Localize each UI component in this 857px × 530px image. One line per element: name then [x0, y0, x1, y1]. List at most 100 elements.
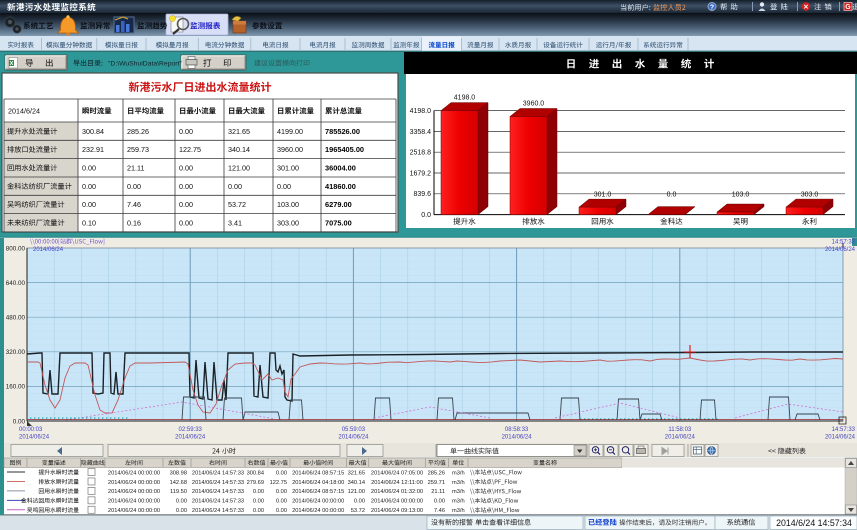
svg-text:640.00: 640.00 — [6, 280, 26, 287]
svg-text:301.00: 301.00 — [277, 163, 299, 172]
svg-text:2014/06/24 14:57:33: 2014/06/24 14:57:33 — [192, 508, 244, 514]
svg-text:2014/06/24 00:00:00: 2014/06/24 00:00:00 — [108, 480, 160, 486]
svg-text:4198.0: 4198.0 — [454, 95, 476, 102]
svg-text:103.0: 103.0 — [732, 192, 750, 199]
svg-text:0.00: 0.00 — [276, 489, 287, 495]
svg-text:2014/06/24 08:57:15: 2014/06/24 08:57:15 — [292, 470, 344, 476]
svg-text:285.26: 285.26 — [127, 127, 149, 136]
svg-text:785526.00: 785526.00 — [325, 127, 360, 136]
svg-text:05:59:03: 05:59:03 — [342, 427, 366, 433]
svg-text:2014/06/24: 2014/06/24 — [33, 247, 64, 253]
svg-text:7.46: 7.46 — [434, 508, 445, 514]
svg-text:2014/6/24: 2014/6/24 — [8, 107, 40, 116]
svg-text:0.0: 0.0 — [421, 212, 431, 219]
svg-text:160.00: 160.00 — [6, 384, 26, 391]
svg-text:2014/06/24: 2014/06/24 — [338, 435, 369, 441]
svg-text:7075.00: 7075.00 — [325, 218, 352, 227]
svg-text:3.41: 3.41 — [228, 218, 242, 227]
svg-text:2014/06/24 14:57:33: 2014/06/24 14:57:33 — [192, 489, 244, 495]
svg-text:4198.0: 4198.0 — [410, 108, 432, 115]
svg-text:142.68: 142.68 — [170, 480, 187, 486]
svg-text:0.00: 0.00 — [276, 508, 287, 514]
svg-text:2014/06/24: 2014/06/24 — [19, 435, 50, 441]
svg-text:321.65: 321.65 — [348, 470, 365, 476]
svg-text:2014/06/24: 2014/06/24 — [825, 435, 856, 441]
svg-text:11:58:03: 11:58:03 — [668, 427, 692, 433]
svg-text:2014/06/24 01:32:00: 2014/06/24 01:32:00 — [371, 489, 423, 495]
svg-text:2014/06/24 14:57:33: 2014/06/24 14:57:33 — [192, 480, 244, 486]
svg-text:308.98: 308.98 — [170, 470, 187, 476]
svg-text:0.00: 0.00 — [82, 200, 96, 209]
svg-text:0.00: 0.00 — [253, 499, 264, 505]
svg-text:303.0: 303.0 — [801, 192, 819, 199]
svg-text:122.75: 122.75 — [179, 145, 201, 154]
svg-text:1679.2: 1679.2 — [410, 170, 432, 177]
svg-text:2014/6/24 14:57:34: 2014/6/24 14:57:34 — [776, 518, 852, 528]
svg-text:0.00: 0.00 — [176, 499, 187, 505]
svg-text:121.00: 121.00 — [348, 489, 365, 495]
svg-text:✕: ✕ — [803, 4, 809, 11]
svg-text:1965405.00: 1965405.00 — [325, 145, 364, 154]
svg-text:2014/06/24: 2014/06/24 — [825, 247, 856, 253]
svg-text:53.72: 53.72 — [228, 200, 246, 209]
svg-text:0.00: 0.00 — [127, 182, 141, 191]
svg-text:2014/06/24 00:00:00: 2014/06/24 00:00:00 — [292, 508, 344, 514]
svg-text:2014/06/24: 2014/06/24 — [175, 435, 206, 441]
svg-text:303.00: 303.00 — [277, 218, 299, 227]
svg-text:7.46: 7.46 — [127, 200, 141, 209]
svg-text:320.00: 320.00 — [6, 349, 26, 356]
svg-text:259.73: 259.73 — [127, 145, 149, 154]
svg-text:0.00: 0.00 — [434, 499, 445, 505]
svg-text:279.69: 279.69 — [247, 480, 264, 486]
svg-text:0.00: 0.00 — [82, 163, 96, 172]
svg-text:m3/h: m3/h — [452, 508, 465, 514]
svg-text:08:58:33: 08:58:33 — [505, 427, 529, 433]
svg-text:300.84: 300.84 — [247, 470, 264, 476]
svg-text:340.14: 340.14 — [228, 145, 250, 154]
svg-text:839.6: 839.6 — [413, 191, 431, 198]
svg-text:2518.8: 2518.8 — [410, 150, 432, 157]
svg-text:0.16: 0.16 — [127, 218, 141, 227]
svg-text:2014/06/24 04:18:00: 2014/06/24 04:18:00 — [292, 480, 344, 486]
svg-text:53.72: 53.72 — [351, 508, 365, 514]
svg-text:0.00: 0.00 — [276, 470, 287, 476]
svg-text:2014/06/24 00:00:00: 2014/06/24 00:00:00 — [292, 499, 344, 505]
svg-text:0.00: 0.00 — [13, 418, 26, 425]
svg-text:2014/06/24 07:05:00: 2014/06/24 07:05:00 — [371, 470, 423, 476]
svg-text:21.11: 21.11 — [431, 489, 445, 495]
svg-text:2014/06/24 09:13:00: 2014/06/24 09:13:00 — [371, 508, 423, 514]
svg-text:2014/06/24: 2014/06/24 — [665, 435, 696, 441]
svg-text:3960.0: 3960.0 — [523, 100, 545, 107]
svg-text:480.00: 480.00 — [6, 315, 26, 322]
svg-text:0.00: 0.00 — [179, 182, 193, 191]
svg-text:m3/h: m3/h — [452, 499, 465, 505]
svg-text:0.00: 0.00 — [277, 182, 291, 191]
svg-text:285.26: 285.26 — [428, 470, 445, 476]
svg-text:2014/06/24 00:00:00: 2014/06/24 00:00:00 — [108, 499, 160, 505]
svg-text:122.75: 122.75 — [270, 480, 287, 486]
svg-text:"D:\WuShuiData\Report": "D:\WuShuiData\Report" — [108, 61, 182, 68]
svg-text:2014/06/24 00:00:00: 2014/06/24 00:00:00 — [108, 470, 160, 476]
svg-text:0.00: 0.00 — [179, 127, 193, 136]
svg-text:259.71: 259.71 — [428, 480, 445, 486]
svg-text:14:57:33: 14:57:33 — [832, 427, 856, 433]
svg-text:2014/06/24 14:57:33: 2014/06/24 14:57:33 — [192, 499, 244, 505]
svg-text:36004.00: 36004.00 — [325, 163, 356, 172]
svg-text:6279.00: 6279.00 — [325, 200, 352, 209]
svg-text:2014/06/24 12:11:00: 2014/06/24 12:11:00 — [371, 480, 423, 486]
svg-text:0.00: 0.00 — [176, 508, 187, 514]
svg-text:119.50: 119.50 — [170, 489, 187, 495]
svg-text:103.00: 103.00 — [277, 200, 299, 209]
svg-text:232.91: 232.91 — [82, 145, 104, 154]
svg-text:0.00: 0.00 — [253, 508, 264, 514]
svg-text:2014/06/24 00:00:00: 2014/06/24 00:00:00 — [108, 489, 160, 495]
svg-text:2014/06/24 08:57:15: 2014/06/24 08:57:15 — [292, 489, 344, 495]
svg-text:0.00: 0.00 — [228, 182, 242, 191]
svg-text:m3/h: m3/h — [452, 470, 465, 476]
svg-text:0.00: 0.00 — [253, 489, 264, 495]
svg-text:321.65: 321.65 — [228, 127, 250, 136]
svg-text:0.00: 0.00 — [179, 218, 193, 227]
svg-text:41860.00: 41860.00 — [325, 182, 356, 191]
svg-text:0.00: 0.00 — [82, 182, 96, 191]
svg-text:2014/06/24: 2014/06/24 — [502, 435, 533, 441]
